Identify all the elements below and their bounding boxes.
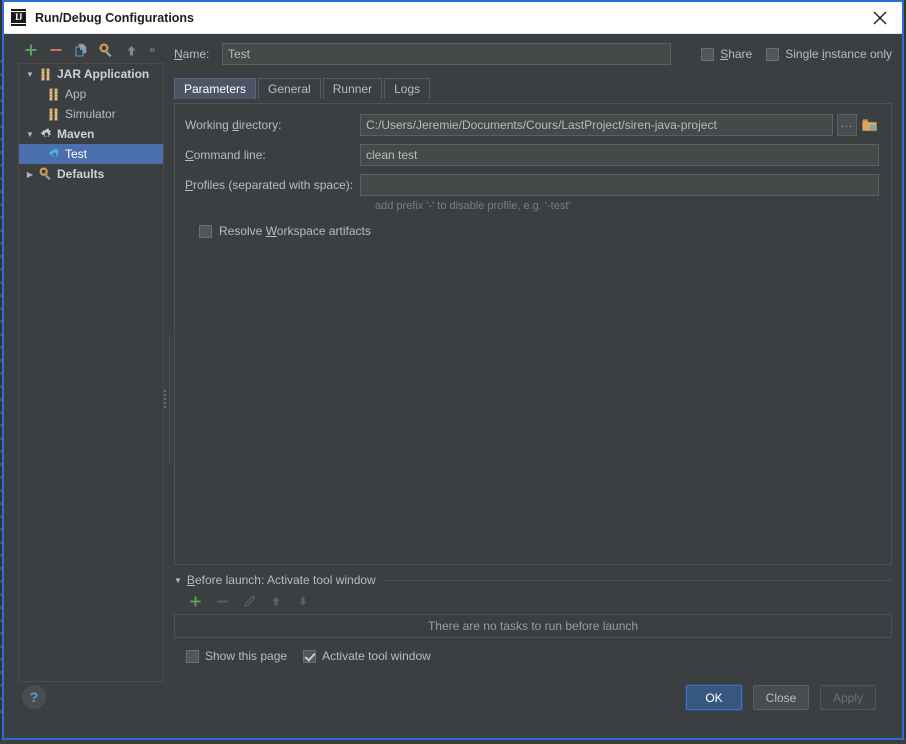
single-instance-only-checkbox[interactable]: Single instance only <box>766 47 892 61</box>
tree-item-test[interactable]: Test <box>19 144 163 164</box>
tab-runner[interactable]: Runner <box>322 78 383 99</box>
more-options-button[interactable]: » <box>145 44 155 56</box>
pane-divider <box>169 334 170 464</box>
tree-item-jar-application[interactable]: ▼ JAR Application <box>19 64 163 84</box>
command-line-label: Command line: <box>185 148 266 162</box>
tab-parameters[interactable]: Parameters <box>174 78 257 99</box>
configurations-pane: » ▼ JAR Application App Simulator ▼ Mave… <box>12 37 164 682</box>
before-launch-toolbar <box>174 588 892 614</box>
intellij-idea-logo-icon: IJ <box>10 9 27 26</box>
before-launch-task-list[interactable]: There are no tasks to run before launch <box>174 614 892 638</box>
activate-tool-window-checkbox[interactable]: Activate tool window <box>303 649 431 663</box>
ok-button[interactable]: OK <box>686 685 742 710</box>
show-this-page-label: Show this page <box>205 649 288 663</box>
header-rule <box>384 579 892 581</box>
name-label: Name: <box>174 47 210 61</box>
name-row: Name: Share Single instance only <box>174 41 892 67</box>
profiles-row: Profiles (separated with space): <box>185 174 879 196</box>
add-task-button[interactable] <box>184 590 206 612</box>
profiles-label: Profiles (separated with space): <box>185 178 354 192</box>
twisty-collapsed-icon[interactable]: ▶ <box>23 170 37 179</box>
activate-tool-window-checkbox-box[interactable] <box>303 649 317 663</box>
folder-icon[interactable] <box>859 114 879 136</box>
close-icon[interactable] <box>858 3 902 33</box>
pane-splitter-handle[interactable] <box>162 389 168 409</box>
tree-item-simulator[interactable]: Simulator <box>19 104 163 124</box>
apply-button[interactable]: Apply <box>820 685 876 710</box>
tree-item-label: JAR Application <box>57 67 150 81</box>
dialog-titlebar: IJ Run/Debug Configurations <box>4 2 902 34</box>
browse-working-directory-button[interactable]: ... <box>837 114 857 136</box>
command-line-row: Command line: <box>185 144 879 166</box>
single-instance-only-checkbox-label: Single instance only <box>785 47 892 61</box>
resolve-workspace-artifacts-label: Resolve Workspace artifacts <box>219 224 371 238</box>
working-directory-label: Working directory: <box>185 118 282 132</box>
remove-task-button <box>211 590 233 612</box>
twisty-expanded-icon[interactable]: ▼ <box>23 130 37 139</box>
share-checkbox-label: Share <box>720 47 753 61</box>
twisty-expanded-icon[interactable]: ▼ <box>174 576 182 585</box>
profiles-input[interactable] <box>360 174 879 196</box>
tree-item-app[interactable]: App <box>19 84 163 104</box>
close-button[interactable]: Close <box>753 685 809 710</box>
tree-item-label: App <box>65 87 87 101</box>
twisty-expanded-icon[interactable]: ▼ <box>23 70 37 79</box>
tree-item-defaults[interactable]: ▶ Defaults <box>19 164 163 184</box>
before-launch-title: Before launch: Activate tool window <box>186 573 376 587</box>
dialog-body: » ▼ JAR Application App Simulator ▼ Mave… <box>4 34 902 738</box>
dialog-footer: ? OK Close Apply <box>4 682 902 738</box>
tree-item-label: Defaults <box>57 167 105 181</box>
single-instance-only-checkbox-box[interactable] <box>766 47 780 61</box>
parameters-tab-panel: Working directory: ... Command line: <box>174 103 892 565</box>
tree-item-label: Simulator <box>65 107 116 121</box>
share-checkbox[interactable]: Share <box>701 47 752 61</box>
move-up-button[interactable] <box>120 39 142 61</box>
gear-icon <box>37 126 55 142</box>
name-input[interactable] <box>222 43 672 65</box>
configuration-editor-pane: Name: Share Single instance only Paramet… <box>174 37 892 682</box>
run-debug-configurations-dialog: IJ Run/Debug Configurations » ▼ JAR Appl… <box>2 0 904 740</box>
move-task-up-button <box>265 590 287 612</box>
tree-item-maven[interactable]: ▼ Maven <box>19 124 163 144</box>
copy-configuration-button[interactable] <box>70 39 92 61</box>
jar-icon <box>45 106 63 122</box>
working-directory-row: Working directory: ... <box>185 114 879 136</box>
configurations-toolbar: » <box>12 37 164 63</box>
name-label-mnemonic: N <box>174 47 183 61</box>
add-configuration-button[interactable] <box>20 39 42 61</box>
tab-logs[interactable]: Logs <box>384 78 431 99</box>
tree-item-label: Test <box>65 147 88 161</box>
before-launch-header[interactable]: ▼ Before launch: Activate tool window <box>174 572 892 588</box>
command-line-input[interactable] <box>360 144 879 166</box>
before-launch-section: ▼ Before launch: Activate tool window Th… <box>174 572 892 682</box>
share-checkbox-box[interactable] <box>701 47 715 61</box>
move-task-down-button <box>292 590 314 612</box>
configurations-tree[interactable]: ▼ JAR Application App Simulator ▼ Maven … <box>18 63 164 682</box>
top-checkbox-group: Share Single instance only <box>701 47 892 61</box>
show-this-page-checkbox[interactable]: Show this page <box>186 649 287 663</box>
maven-gear-icon <box>45 146 63 162</box>
working-directory-input[interactable] <box>360 114 833 136</box>
edit-defaults-button[interactable] <box>95 39 117 61</box>
jar-icon <box>45 86 63 102</box>
tab-general[interactable]: General <box>258 78 321 99</box>
tree-item-label: Maven <box>57 127 95 141</box>
activate-tool-window-label: Activate tool window <box>322 649 431 663</box>
remove-configuration-button[interactable] <box>45 39 67 61</box>
pencil-icon <box>238 590 260 612</box>
help-button[interactable]: ? <box>22 685 46 709</box>
resolve-workspace-artifacts-checkbox-box[interactable] <box>199 224 212 238</box>
configuration-tabs: Parameters General Runner Logs <box>174 77 892 99</box>
dialog-title: Run/Debug Configurations <box>35 10 195 25</box>
before-launch-empty-text: There are no tasks to run before launch <box>427 619 639 633</box>
resolve-workspace-artifacts-checkbox[interactable]: Resolve Workspace artifacts <box>199 224 879 238</box>
jar-icon <box>37 66 55 82</box>
dialog-button-row: OK Close Apply <box>686 685 876 710</box>
wrench-gear-icon <box>37 166 55 182</box>
profiles-hint: add prefix '-' to disable profile, e.g. … <box>375 200 571 212</box>
before-launch-checkbox-group: Show this page Activate tool window <box>186 649 892 663</box>
show-this-page-checkbox-box[interactable] <box>186 649 199 663</box>
logo-text: IJ <box>11 12 26 23</box>
